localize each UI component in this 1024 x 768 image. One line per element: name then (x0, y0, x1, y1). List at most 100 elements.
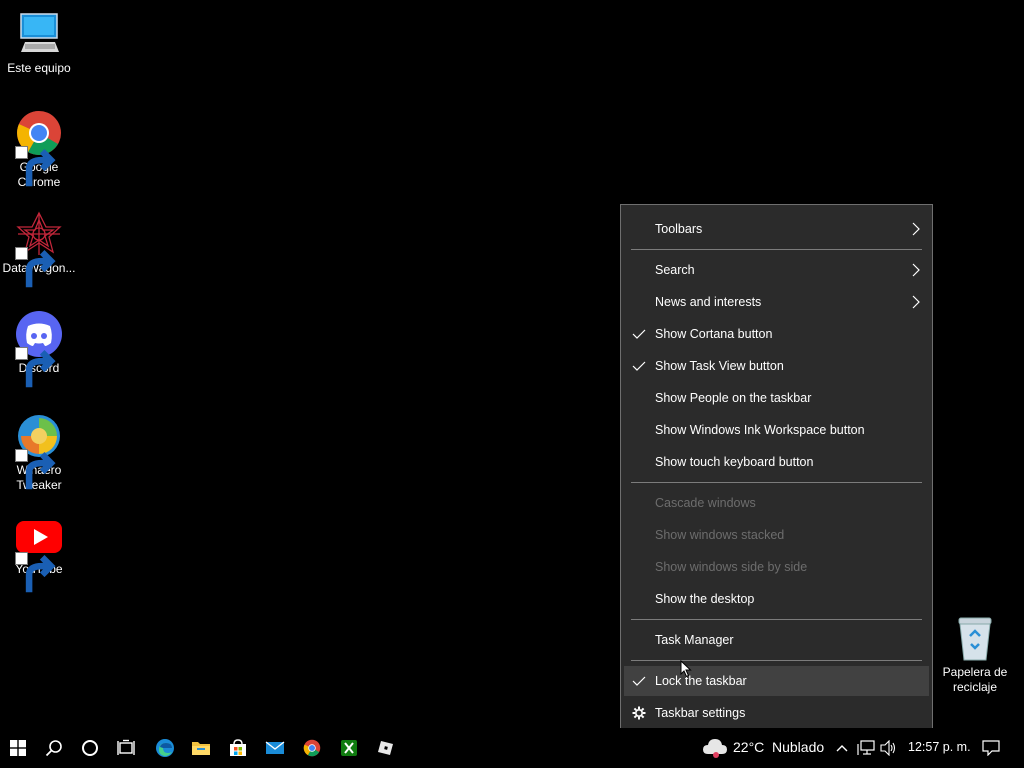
menu-item-show-people[interactable]: Show People on the taskbar (624, 383, 929, 413)
weather-widget[interactable]: 22°C Nublado (700, 728, 830, 768)
desktop-icon-datawagon[interactable]: DataWagon... (0, 210, 78, 288)
desktop-icon-discord[interactable]: Discord (0, 310, 78, 388)
menu-separator (631, 249, 922, 250)
menu-separator (631, 482, 922, 483)
search-icon (45, 740, 62, 757)
menu-item-search[interactable]: Search (624, 255, 929, 285)
gear-icon (632, 706, 646, 720)
desktop-icon-label: Papelera de reciclaje (942, 665, 1008, 694)
network-button[interactable] (855, 728, 877, 768)
checkmark-icon (632, 329, 646, 339)
taskbar-store[interactable] (220, 728, 256, 768)
menu-item-task-manager[interactable]: Task Manager (624, 625, 929, 655)
menu-item-toolbars[interactable]: Toolbars (624, 214, 929, 244)
menu-item-label: Search (655, 263, 695, 277)
computer-icon (15, 10, 63, 58)
menu-item-lock-the-taskbar[interactable]: Lock the taskbar (624, 666, 929, 696)
taskbar-edge[interactable] (147, 728, 183, 768)
menu-item-label: Show Windows Ink Workspace button (655, 423, 865, 437)
shortcut-arrow-icon (15, 552, 56, 593)
notification-icon (982, 740, 1000, 756)
cortana-button[interactable] (72, 728, 108, 768)
xbox-icon (341, 740, 357, 756)
menu-separator (631, 660, 922, 661)
menu-separator (631, 619, 922, 620)
taskbar-mail[interactable] (257, 728, 293, 768)
taskbar-xbox[interactable] (331, 728, 367, 768)
roblox-icon (378, 741, 393, 755)
menu-item-label: News and interests (655, 295, 762, 309)
cortana-icon (82, 740, 98, 756)
chevron-right-icon (912, 222, 920, 236)
mouse-cursor-icon (680, 660, 692, 678)
speaker-icon (880, 740, 896, 756)
menu-item-cascade-windows: Cascade windows (624, 488, 929, 518)
menu-item-label: Taskbar settings (655, 706, 746, 720)
menu-item-label: Show Task View button (655, 359, 784, 373)
discord-icon (15, 310, 63, 388)
chevron-right-icon (912, 263, 920, 277)
windows-start-icon (10, 740, 26, 756)
menu-item-taskbar-settings[interactable]: Taskbar settings (624, 698, 929, 728)
taskbar-clock[interactable]: 12:57 p. m. (908, 740, 971, 754)
datawagon-icon (15, 210, 63, 288)
menu-item-label: Show People on the taskbar (655, 391, 812, 405)
shortcut-arrow-icon (15, 347, 56, 388)
menu-item-show-windows-side-by-side: Show windows side by side (624, 552, 929, 582)
menu-item-label: Show touch keyboard button (655, 455, 814, 469)
youtube-icon (15, 515, 63, 593)
desktop-icon-recycle-bin[interactable]: Papelera de reciclaje (936, 614, 1014, 695)
taskbar-roblox[interactable] (368, 728, 404, 768)
winaero-icon (15, 412, 63, 490)
menu-item-show-cortana-button[interactable]: Show Cortana button (624, 319, 929, 349)
desktop-icon-winaero[interactable]: Winaero Tweaker (0, 412, 78, 493)
shortcut-arrow-icon (15, 247, 56, 288)
menu-item-show-windows-stacked: Show windows stacked (624, 520, 929, 550)
taskbar-file-explorer[interactable] (183, 728, 219, 768)
file-explorer-icon (192, 742, 210, 755)
show-hidden-icons-button[interactable] (832, 728, 852, 768)
menu-item-label: Toolbars (655, 222, 703, 236)
menu-item-news-and-interests[interactable]: News and interests (624, 287, 929, 317)
weather-condition: Nublado (772, 739, 825, 755)
taskbar-search-button[interactable] (36, 728, 72, 768)
desktop-icon-label: Este equipo (7, 61, 71, 75)
chrome-icon (15, 109, 63, 187)
menu-item-label: Task Manager (655, 633, 734, 647)
desktop-icon-youtube[interactable]: YouTube (0, 515, 78, 593)
chevron-right-icon (912, 295, 920, 309)
menu-item-show-task-view-button[interactable]: Show Task View button (624, 351, 929, 381)
shortcut-arrow-icon (15, 146, 56, 187)
task-view-icon (117, 739, 135, 755)
chevron-up-icon (836, 745, 848, 752)
start-button[interactable] (0, 728, 36, 768)
menu-item-show-touch-keyboard[interactable]: Show touch keyboard button (624, 447, 929, 477)
menu-item-label: Cascade windows (655, 496, 756, 510)
desktop-icon-chrome[interactable]: Google Chrome (0, 109, 78, 190)
menu-item-label: Lock the taskbar (655, 674, 747, 688)
edge-icon (156, 739, 174, 757)
menu-item-label: Show windows stacked (655, 528, 785, 542)
menu-item-label: Show the desktop (655, 592, 755, 606)
menu-item-label: Show Cortana button (655, 327, 773, 341)
volume-button[interactable] (878, 728, 900, 768)
menu-item-label: Show windows side by side (655, 560, 808, 574)
task-view-button[interactable] (108, 728, 144, 768)
checkmark-icon (632, 361, 646, 371)
taskbar-chrome[interactable] (294, 728, 330, 768)
desktop-icon-este-equipo[interactable]: Este equipo (0, 10, 78, 76)
checkmark-icon (632, 676, 646, 686)
menu-item-show-windows-ink[interactable]: Show Windows Ink Workspace button (624, 415, 929, 445)
action-center-button[interactable] (976, 728, 1006, 768)
store-icon (230, 739, 246, 756)
weather-temperature: 22°C (733, 739, 765, 755)
taskbar-context-menu: Toolbars Search News and interests Show … (620, 204, 933, 738)
mail-icon (265, 741, 285, 754)
taskbar: 22°C Nublado 12:57 p. m. (0, 728, 1024, 768)
recycle-bin-icon (951, 614, 999, 662)
shortcut-arrow-icon (15, 449, 56, 490)
network-icon (857, 740, 875, 755)
chrome-icon (303, 739, 321, 757)
menu-item-show-the-desktop[interactable]: Show the desktop (624, 584, 929, 614)
cloudy-weather-icon (703, 739, 727, 758)
